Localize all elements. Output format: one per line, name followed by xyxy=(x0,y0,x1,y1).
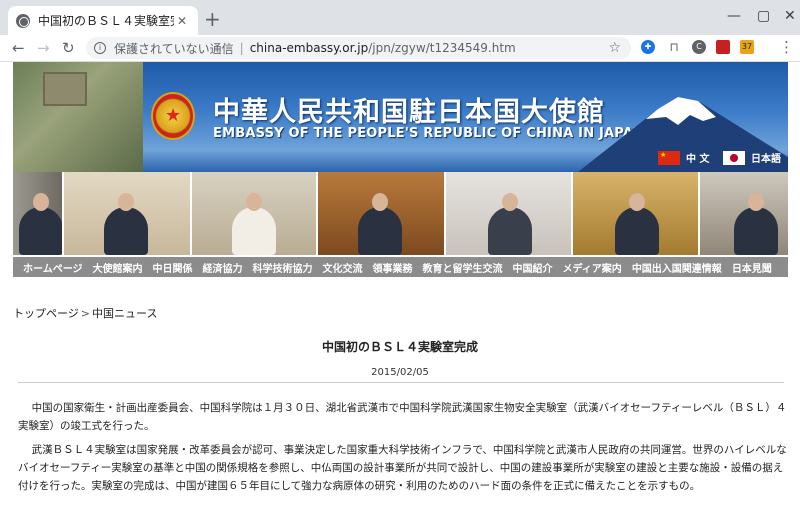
breadcrumb-current-link[interactable]: 中国ニュース xyxy=(92,307,157,320)
globe-icon xyxy=(16,13,30,28)
browser-tab-active[interactable]: 中国初のＢＳＬ４実験室完成 ✕ xyxy=(8,6,198,35)
security-status: 保護されていない通信 xyxy=(114,41,234,56)
back-arrow-icon[interactable]: ← xyxy=(12,39,25,57)
language-japanese-label: 日本語 xyxy=(751,154,781,165)
address-bar[interactable]: i 保護されていない通信 | china-embassy.or.jp /jpn/… xyxy=(86,37,631,59)
minimize-icon[interactable]: — xyxy=(727,8,741,24)
photo-1 xyxy=(13,172,62,255)
article-paragraph: 武漢ＢＳＬ４実験室は国家発展・改革委員会が認可、事業決定した国家重大科学技術イン… xyxy=(18,444,787,492)
china-flag-icon xyxy=(658,150,680,165)
browser-tab-strip: 中国初のＢＳＬ４実験室完成 ✕ + — ▢ ✕ xyxy=(0,0,800,35)
main-navigation: ホームページ 大使館案内 中日関係 経済協力 科学技術協力 文化交流 領事業務 … xyxy=(13,257,788,277)
bookmark-icon[interactable]: ⊓ xyxy=(667,40,681,54)
calendar-extension-icon[interactable]: 37 xyxy=(740,40,754,54)
new-tab-button[interactable]: + xyxy=(204,9,221,29)
language-chinese-link[interactable]: 中 文 xyxy=(658,150,709,165)
japan-flag-icon xyxy=(723,150,745,165)
tab-title: 中国初のＢＳＬ４実験室完成 xyxy=(38,14,174,28)
tab-close-icon[interactable]: ✕ xyxy=(174,14,190,28)
article-paragraph: 中国の国家衛生・計画出産委員会、中国科学院は１月３０日、湖北省武漢市で中国科学院… xyxy=(18,402,787,432)
maximize-icon[interactable]: ▢ xyxy=(757,8,770,24)
breadcrumb: トップページ > 中国ニュース xyxy=(13,305,157,321)
great-wall-image xyxy=(13,62,143,172)
nav-item-education-students[interactable]: 教育と留学生交流 xyxy=(418,260,508,275)
info-icon[interactable]: i xyxy=(94,42,106,54)
extension-book-icon[interactable] xyxy=(716,40,730,54)
extension-icon[interactable]: ✚ xyxy=(641,40,655,54)
nav-item-cultural-exchange[interactable]: 文化交流 xyxy=(318,260,368,275)
breadcrumb-home-link[interactable]: トップページ xyxy=(13,307,79,320)
divider xyxy=(18,382,784,383)
nav-item-japan-observations[interactable]: 日本見聞 xyxy=(727,260,777,275)
menu-kebab-icon[interactable]: ⋮ xyxy=(779,38,794,56)
extension-c-icon[interactable]: C xyxy=(692,40,706,54)
banner-title-chinese: 中華人民共和国駐日本国大使館 xyxy=(213,97,605,128)
browser-toolbar: ← → ↻ i 保護されていない通信 | china-embassy.or.jp… xyxy=(0,35,800,62)
forward-arrow-icon[interactable]: → xyxy=(37,39,50,57)
photo-4 xyxy=(318,172,444,255)
breadcrumb-separator: > xyxy=(80,307,90,320)
photo-3 xyxy=(191,172,317,255)
nav-item-home[interactable]: ホームページ xyxy=(13,260,88,275)
national-emblem-icon xyxy=(151,92,195,140)
language-chinese-label: 中 文 xyxy=(686,154,710,165)
omnibox-separator: | xyxy=(239,41,244,55)
nav-item-media[interactable]: メディア案内 xyxy=(558,260,627,275)
photo-5 xyxy=(445,172,571,255)
bookmark-star-icon[interactable]: ☆ xyxy=(608,40,621,56)
nav-item-economic-cooperation[interactable]: 経済協力 xyxy=(198,260,248,275)
nav-item-immigration-info[interactable]: 中国出入国関連情報 xyxy=(627,260,727,275)
photo-6 xyxy=(572,172,699,255)
nav-item-consular-affairs[interactable]: 領事業務 xyxy=(368,260,418,275)
embassy-banner: 中華人民共和国駐日本国大使館 EMBASSY OF THE PEOPLE'S R… xyxy=(13,62,788,172)
url-host: china-embassy.or.jp xyxy=(249,41,369,55)
photo-7 xyxy=(700,172,788,255)
photo-strip xyxy=(13,172,788,255)
reload-icon[interactable]: ↻ xyxy=(62,39,75,57)
language-japanese-link[interactable]: 日本語 xyxy=(723,150,781,165)
nav-item-embassy-info[interactable]: 大使館案内 xyxy=(88,260,148,275)
close-window-icon[interactable]: ✕ xyxy=(784,8,796,24)
nav-item-about-china[interactable]: 中国紹介 xyxy=(508,260,558,275)
nav-item-science-technology[interactable]: 科学技術協力 xyxy=(248,260,318,275)
web-page: 中華人民共和国駐日本国大使館 EMBASSY OF THE PEOPLE'S R… xyxy=(0,62,800,530)
article-date: 2015/02/05 xyxy=(371,367,429,378)
photo-2 xyxy=(63,172,190,255)
article-title: 中国初のＢＳＬ４実験室完成 xyxy=(321,340,478,354)
article-body: 中国の国家衛生・計画出産委員会、中国科学院は１月３０日、湖北省武漢市で中国科学院… xyxy=(18,399,788,501)
url-path: /jpn/zgyw/t1234549.htm xyxy=(368,41,516,55)
nav-item-china-japan-relations[interactable]: 中日関係 xyxy=(148,260,198,275)
